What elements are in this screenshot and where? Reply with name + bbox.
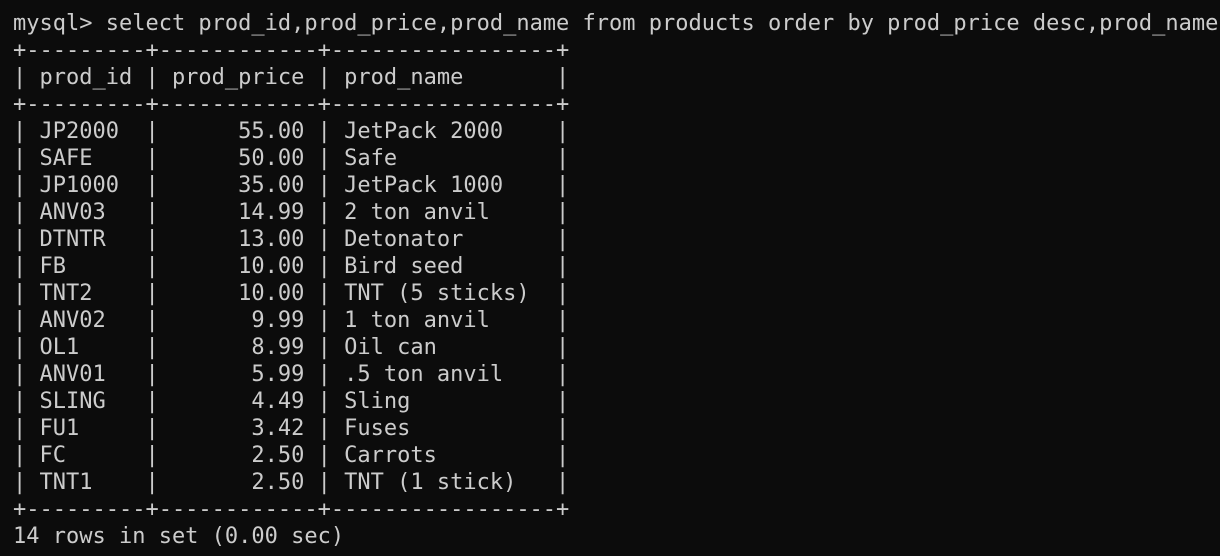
terminal-window[interactable]: mysql> select prod_id,prod_price,prod_na… (0, 0, 1220, 556)
table-row: | FC | 2.50 | Carrots | (13, 443, 570, 468)
table-row: | JP1000 | 35.00 | JetPack 1000 | (13, 173, 570, 198)
table-border-bottom: +---------+------------+----------------… (13, 497, 570, 522)
table-border-header: +---------+------------+----------------… (13, 92, 570, 117)
prompt: mysql> (13, 11, 106, 36)
sql-command: select prod_id,prod_price,prod_name from… (105, 11, 1220, 36)
table-row: | JP2000 | 55.00 | JetPack 2000 | (13, 119, 570, 144)
result-summary: 14 rows in set (0.00 sec) (13, 524, 345, 549)
table-row: | FU1 | 3.42 | Fuses | (13, 416, 570, 441)
table-header: | prod_id | prod_price | prod_name | (13, 65, 570, 90)
table-row: | ANV03 | 14.99 | 2 ton anvil | (13, 200, 570, 225)
table-row: | SLING | 4.49 | Sling | (13, 389, 570, 414)
table-row: | ANV01 | 5.99 | .5 ton anvil | (13, 362, 570, 387)
table-row: | SAFE | 50.00 | Safe | (13, 146, 570, 171)
table-row: | FB | 10.00 | Bird seed | (13, 254, 570, 279)
table-row: | TNT1 | 2.50 | TNT (1 stick) | (13, 470, 570, 495)
command-line: mysql> select prod_id,prod_price,prod_na… (13, 10, 1220, 37)
table-border-top: +---------+------------+----------------… (13, 38, 570, 63)
table-row: | TNT2 | 10.00 | TNT (5 sticks) | (13, 281, 570, 306)
table-row: | ANV02 | 9.99 | 1 ton anvil | (13, 308, 570, 333)
table-row: | DTNTR | 13.00 | Detonator | (13, 227, 570, 252)
table-row: | OL1 | 8.99 | Oil can | (13, 335, 570, 360)
result-rows: | JP2000 | 55.00 | JetPack 2000 | | SAFE … (13, 118, 1220, 496)
